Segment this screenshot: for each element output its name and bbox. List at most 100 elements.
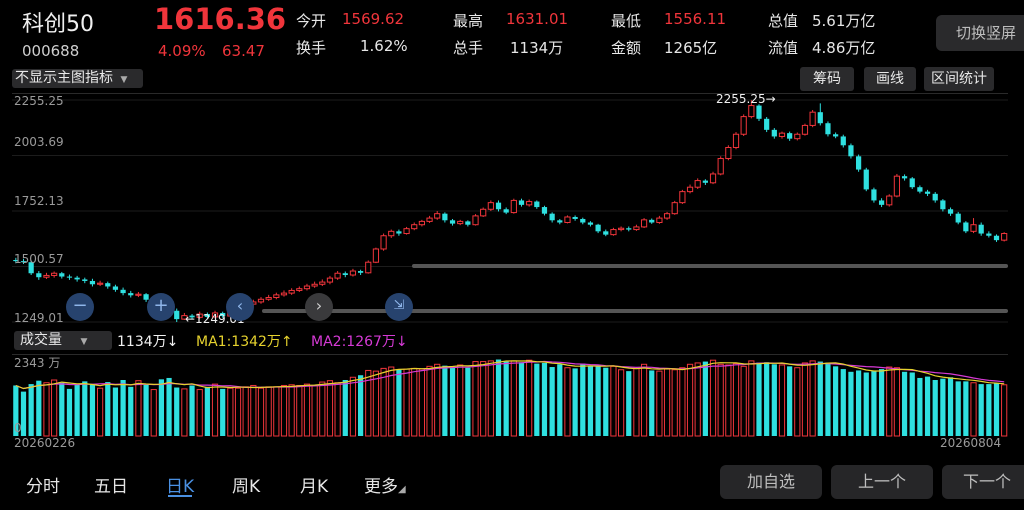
candle-body xyxy=(518,200,525,205)
volume-bar xyxy=(534,363,540,436)
volume-bar xyxy=(196,389,203,437)
price-tick-4: 1249.01 xyxy=(14,311,64,325)
candle-body xyxy=(878,200,885,205)
scroll-left-icon[interactable]: ‹ xyxy=(226,293,254,321)
candle-body xyxy=(640,219,648,228)
volume-top-border xyxy=(12,354,1008,355)
volume-bar xyxy=(564,367,571,437)
volume-bar xyxy=(273,386,280,437)
add-to-watchlist-button[interactable]: 加自选 xyxy=(720,465,822,499)
collapse-icon[interactable]: ⇲ xyxy=(385,293,413,321)
volume-bar xyxy=(120,380,126,436)
candle-body xyxy=(947,209,954,214)
candlestick-chart[interactable] xyxy=(0,0,1024,440)
volume-bar xyxy=(388,366,395,437)
end-date-label: 20260804 xyxy=(940,436,1002,450)
candle-body xyxy=(771,129,777,137)
volume-bar xyxy=(257,387,265,437)
volume-bar xyxy=(732,363,740,437)
candle-body xyxy=(725,146,732,160)
volume-bar xyxy=(204,386,210,436)
volume-ma2: MA2:1267万↓ xyxy=(311,334,408,350)
volume-bar xyxy=(265,386,272,437)
candle-body xyxy=(694,180,701,188)
candle-body xyxy=(663,213,671,219)
candle-body xyxy=(388,230,395,237)
volume-bar xyxy=(809,360,816,437)
candle-body xyxy=(112,286,119,290)
candle-body xyxy=(932,193,938,201)
candle-body xyxy=(105,283,111,287)
volume-bar xyxy=(503,361,509,436)
candle-body xyxy=(764,118,770,130)
tab-more[interactable]: 更多◢ xyxy=(364,472,406,497)
volume-axis-top: 2343 万 xyxy=(14,356,61,370)
candle-body xyxy=(82,279,88,281)
volume-bar xyxy=(717,363,724,437)
volume-bar xyxy=(242,386,249,437)
volume-bar xyxy=(135,380,142,437)
candle-body xyxy=(288,289,295,294)
candle-body xyxy=(886,195,893,206)
next-stock-button[interactable]: 下一个 xyxy=(942,465,1024,499)
candle-body xyxy=(43,274,50,278)
volume-bar xyxy=(326,380,334,437)
candle-body xyxy=(457,220,464,225)
candle-body xyxy=(526,201,533,206)
volume-bar xyxy=(970,382,977,437)
volume-bar xyxy=(764,362,770,436)
candle-body xyxy=(564,216,571,224)
price-tick-0: 2255.25 xyxy=(14,94,64,108)
volume-bar xyxy=(418,368,425,437)
candle-body xyxy=(978,224,984,234)
previous-stock-button[interactable]: 上一个 xyxy=(831,465,933,499)
volume-bar xyxy=(963,381,969,436)
candle-body xyxy=(587,222,594,225)
volume-bar xyxy=(380,367,387,437)
volume-bar xyxy=(234,387,242,437)
candle-body xyxy=(901,176,908,179)
volume-bar xyxy=(426,365,433,437)
volume-indicator-select[interactable]: 成交量 ▼ xyxy=(14,331,112,350)
tab-intraday[interactable]: 分时 xyxy=(26,472,60,497)
tab-five-day[interactable]: 五日 xyxy=(94,472,128,497)
volume-bar xyxy=(74,384,80,436)
volume-bar xyxy=(955,381,961,436)
volume-bar xyxy=(105,382,111,436)
candle-body xyxy=(357,271,364,273)
tab-monthly-k[interactable]: 月K xyxy=(300,472,328,497)
volume-bar xyxy=(986,384,992,436)
start-date-label: 20260226 xyxy=(14,436,76,450)
candle-body xyxy=(740,116,747,135)
volume-bar xyxy=(940,378,946,436)
candle-body xyxy=(709,173,717,184)
candle-body xyxy=(380,235,387,250)
volume-bar xyxy=(128,386,134,436)
candle-body xyxy=(855,156,862,170)
tab-daily-k[interactable]: 日K xyxy=(166,472,194,497)
candle-body xyxy=(418,220,425,226)
candle-body xyxy=(748,105,755,118)
volume-bar xyxy=(112,387,119,436)
candle-body xyxy=(833,134,839,137)
candle-body xyxy=(510,199,517,214)
volume-bar xyxy=(855,370,862,436)
zoom-out-icon[interactable]: − xyxy=(66,293,94,321)
volume-bar xyxy=(557,364,563,436)
volume-bar xyxy=(59,382,65,436)
volume-bar xyxy=(886,366,893,437)
tab-weekly-k[interactable]: 周K xyxy=(232,472,260,497)
volume-bar xyxy=(250,384,257,437)
candle-body xyxy=(303,285,311,290)
scroll-right-icon[interactable]: › xyxy=(305,293,333,321)
zoom-in-icon[interactable]: + xyxy=(147,293,175,321)
candle-body xyxy=(174,310,180,320)
volume-bar xyxy=(663,368,671,437)
volume-bar xyxy=(342,380,348,436)
volume-bar xyxy=(181,388,188,437)
candle-body xyxy=(787,133,793,139)
candle-body xyxy=(756,105,762,119)
candle-body xyxy=(273,294,280,299)
volume-bar xyxy=(403,368,410,437)
volume-bar xyxy=(878,369,885,436)
